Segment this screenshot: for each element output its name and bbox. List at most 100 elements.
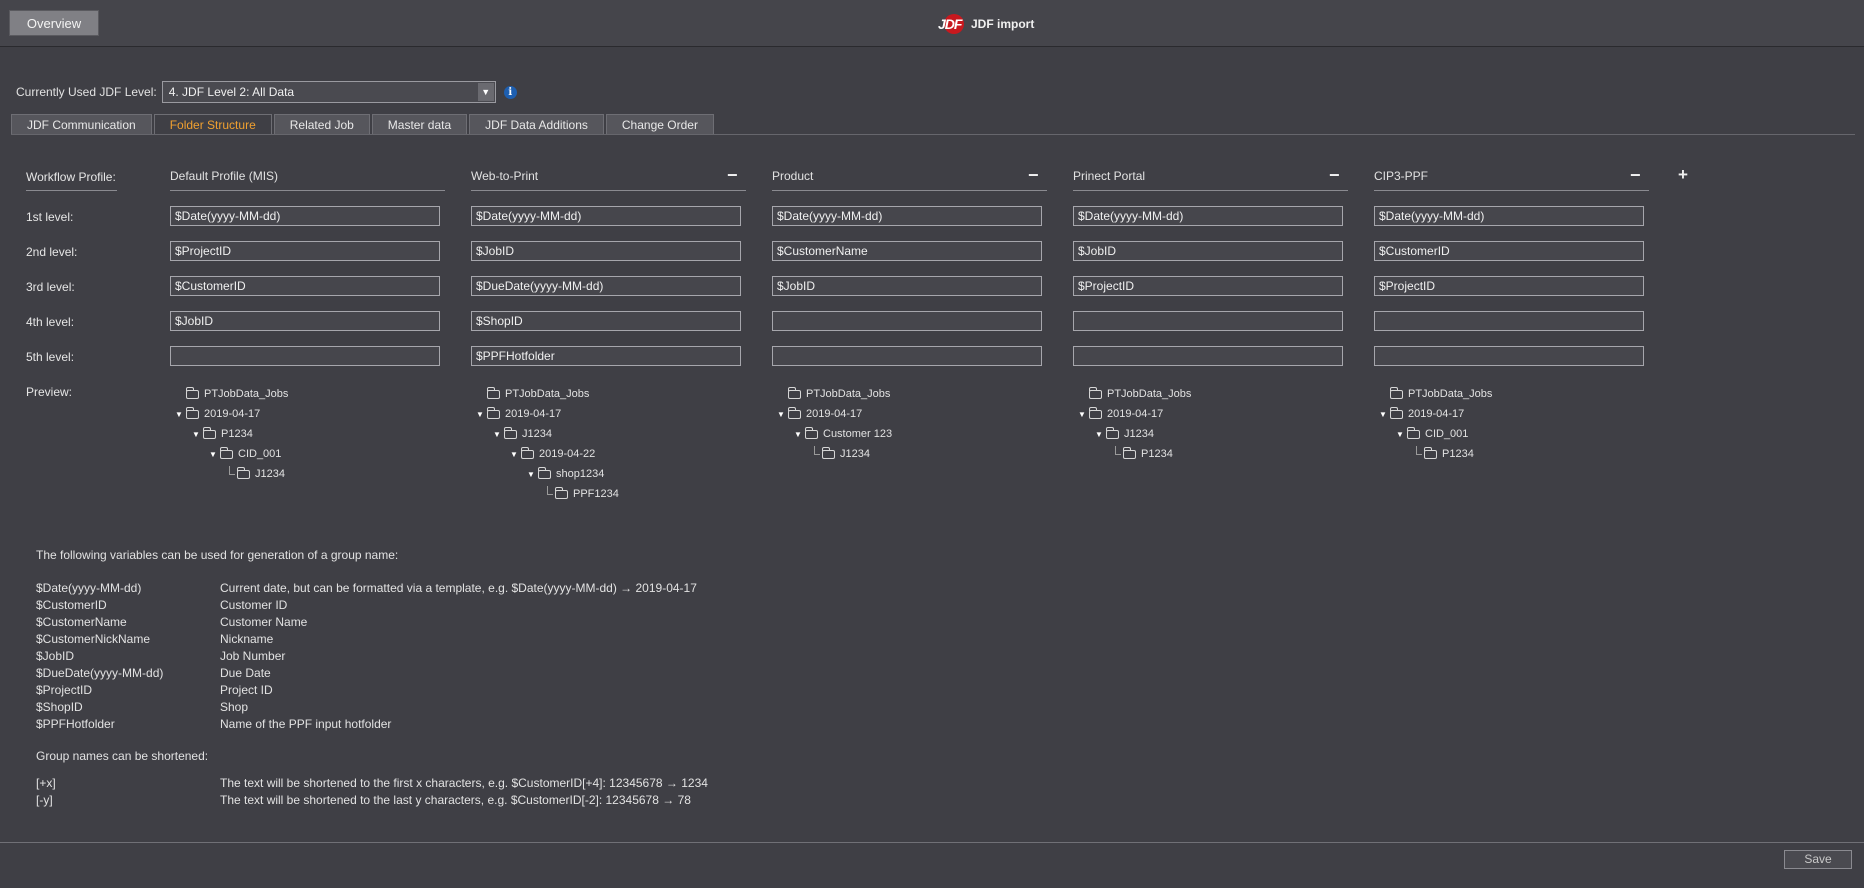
level3-input[interactable] <box>1073 276 1343 296</box>
level5-input[interactable] <box>1374 346 1644 366</box>
level2-input[interactable] <box>170 241 440 261</box>
tree-node[interactable]: ▼ 2019-04-17 <box>174 406 260 422</box>
expand-arrow-icon[interactable]: ▼ <box>191 430 201 439</box>
app-title-text: JDF import <box>971 17 1035 31</box>
expand-arrow-icon[interactable]: ▼ <box>509 450 519 459</box>
folder-icon <box>521 446 534 459</box>
tab-jdf-data-additions[interactable]: JDF Data Additions <box>469 114 604 134</box>
folder-name: 2019-04-22 <box>539 448 596 460</box>
jdf-level-row: Currently Used JDF Level: 4. JDF Level 2… <box>16 81 517 103</box>
folder-name: J1234 <box>255 468 285 480</box>
level2-input[interactable] <box>471 241 741 261</box>
variable-description: Job Number <box>220 649 286 663</box>
expand-arrow-icon[interactable]: ▼ <box>1077 410 1087 419</box>
variable-row: $CustomerNickName Nickname <box>36 632 273 646</box>
remove-profile-button[interactable]: − <box>1028 166 1039 184</box>
tree-node[interactable]: ▼ J1234 <box>1094 426 1154 442</box>
folder-name: PTJobData_Jobs <box>1408 388 1493 400</box>
tab-related-job[interactable]: Related Job <box>273 114 370 134</box>
add-profile-button[interactable]: + <box>1678 166 1688 184</box>
expand-arrow-icon[interactable]: ▼ <box>1395 430 1405 439</box>
folder-name: CID_001 <box>1425 428 1469 440</box>
overview-button[interactable]: Overview <box>9 10 99 36</box>
level3-input[interactable] <box>1374 276 1644 296</box>
tree-node[interactable]: PTJobData_Jobs <box>1087 386 1191 402</box>
level2-input[interactable] <box>1073 241 1343 261</box>
level1-input[interactable] <box>471 206 741 226</box>
jdf-level-select[interactable]: 4. JDF Level 2: All Data ▼ <box>161 81 496 103</box>
tree-node[interactable]: PPF1234 <box>543 486 619 502</box>
level5-input[interactable] <box>471 346 741 366</box>
level3-input[interactable] <box>772 276 1042 296</box>
tree-node[interactable]: ▼ J1234 <box>492 426 552 442</box>
level4-input[interactable] <box>170 311 440 331</box>
level1-input[interactable] <box>170 206 440 226</box>
variable-description: Current date, but can be formatted via a… <box>220 581 697 595</box>
tree-node[interactable]: ▼ 2019-04-17 <box>1077 406 1163 422</box>
folder-name: P1234 <box>1141 448 1173 460</box>
expand-arrow-icon[interactable]: ▼ <box>1094 430 1104 439</box>
remove-profile-button[interactable]: − <box>1630 166 1641 184</box>
folder-icon <box>220 446 233 459</box>
expand-arrow-icon[interactable]: ▼ <box>174 410 184 419</box>
jdf-logo-icon: JDF <box>938 14 966 34</box>
tree-node[interactable]: PTJobData_Jobs <box>786 386 890 402</box>
level2-input[interactable] <box>1374 241 1644 261</box>
tree-node[interactable]: PTJobData_Jobs <box>184 386 288 402</box>
level5-input[interactable] <box>772 346 1042 366</box>
expand-arrow-icon[interactable]: ▼ <box>776 410 786 419</box>
tree-node[interactable]: P1234 <box>1412 446 1474 462</box>
level1-input[interactable] <box>1374 206 1644 226</box>
remove-profile-button[interactable]: − <box>727 166 738 184</box>
level4-label: 4th level: <box>26 315 75 329</box>
level5-input[interactable] <box>170 346 440 366</box>
expand-arrow-icon[interactable]: ▼ <box>526 470 536 479</box>
expand-arrow-icon[interactable]: ▼ <box>492 430 502 439</box>
folder-name: J1234 <box>840 448 870 460</box>
level1-input[interactable] <box>1073 206 1343 226</box>
variable-description: Shop <box>220 700 249 714</box>
remove-profile-button[interactable]: − <box>1329 166 1340 184</box>
tree-node[interactable]: ▼ 2019-04-17 <box>776 406 862 422</box>
folder-icon <box>1089 386 1102 399</box>
tab-folder-structure[interactable]: Folder Structure <box>153 114 272 134</box>
expand-arrow-icon[interactable]: ▼ <box>1378 410 1388 419</box>
folder-icon <box>487 386 500 399</box>
save-button[interactable]: Save <box>1784 850 1852 869</box>
tab-jdf-communication[interactable]: JDF Communication <box>11 114 152 134</box>
level5-input[interactable] <box>1073 346 1343 366</box>
folder-icon <box>805 426 818 439</box>
folder-icon <box>1123 446 1136 459</box>
tree-node[interactable]: ▼ 2019-04-22 <box>509 446 595 462</box>
level2-input[interactable] <box>772 241 1042 261</box>
tree-node[interactable]: ▼ Customer 123 <box>793 426 892 442</box>
level4-input[interactable] <box>1073 311 1343 331</box>
tree-node[interactable]: P1234 <box>1111 446 1173 462</box>
expand-arrow-icon[interactable]: ▼ <box>208 450 218 459</box>
expand-arrow-icon[interactable]: ▼ <box>793 430 803 439</box>
tree-node[interactable]: ▼ CID_001 <box>1395 426 1468 442</box>
level3-input[interactable] <box>471 276 741 296</box>
profile-name: Product <box>772 169 814 183</box>
chevron-down-icon[interactable]: ▼ <box>477 83 494 101</box>
level4-input[interactable] <box>471 311 741 331</box>
preview-label: Preview: <box>26 385 73 399</box>
tree-node[interactable]: ▼ P1234 <box>191 426 253 442</box>
tree-node[interactable]: PTJobData_Jobs <box>485 386 589 402</box>
tree-node[interactable]: ▼ 2019-04-17 <box>475 406 561 422</box>
expand-arrow-icon[interactable]: ▼ <box>475 410 485 419</box>
tree-node[interactable]: J1234 <box>810 446 870 462</box>
shorten-description: The text will be shortened to the first … <box>220 776 708 790</box>
level3-input[interactable] <box>170 276 440 296</box>
level1-input[interactable] <box>772 206 1042 226</box>
tree-node[interactable]: ▼ 2019-04-17 <box>1378 406 1464 422</box>
tree-node[interactable]: J1234 <box>225 466 285 482</box>
level4-input[interactable] <box>772 311 1042 331</box>
tab-master-data[interactable]: Master data <box>371 114 468 134</box>
tab-change-order[interactable]: Change Order <box>605 114 714 134</box>
tree-node[interactable]: ▼ CID_001 <box>208 446 281 462</box>
level4-input[interactable] <box>1374 311 1644 331</box>
tree-node[interactable]: PTJobData_Jobs <box>1388 386 1492 402</box>
tree-node[interactable]: ▼ shop1234 <box>526 466 604 482</box>
info-icon[interactable]: i <box>503 85 517 99</box>
